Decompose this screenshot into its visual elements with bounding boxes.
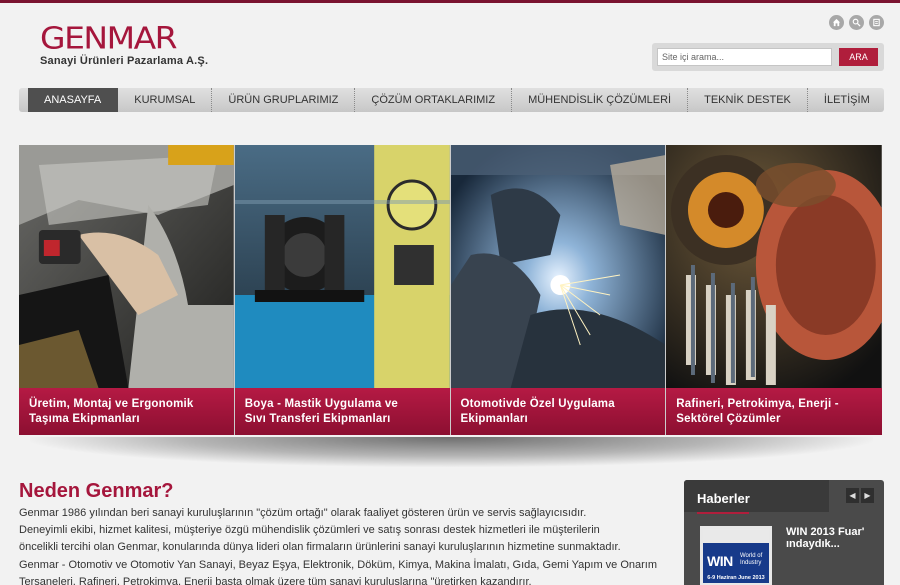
nav-item-anasayfa[interactable]: ANASAYFA [28,88,119,112]
site-search: ARA [652,43,884,71]
slide-image-pump [234,145,450,388]
intro-text: Genmar 1986 yılından beri sanayi kuruluş… [19,505,669,585]
slide-boya-mastik[interactable]: Boya - Mastik Uygulama ve Sıvı Transferi… [234,145,451,435]
slide-caption: Üretim, Montaj ve Ergonomik Taşıma Ekipm… [19,388,234,435]
slide-caption: Rafineri, Petrokimya, Enerji - Sektörel … [666,388,882,435]
logo-tagline: Sanayi Ürünleri Pazarlama A.Ş. [40,55,209,67]
nav-item-teknik-destek[interactable]: TEKNİK DESTEK [688,88,808,112]
search-input[interactable] [657,48,832,66]
top-utility-icons [829,15,884,30]
intro-line: Genmar - Otomotiv ve Otomotiv Yan Sanayi… [19,558,658,571]
nav-item-muhendislik-cozumleri[interactable]: MÜHENDİSLİK ÇÖZÜMLERİ [512,88,689,112]
sitemap-icon[interactable] [869,15,884,30]
news-item-link[interactable]: WIN 2013 Fuar' ındaydık... [786,526,876,550]
top-accent-line [0,0,900,3]
chevron-left-icon[interactable]: ◀ [846,488,859,503]
chevron-right-icon[interactable]: ▶ [861,488,874,503]
search-button[interactable]: ARA [839,48,878,66]
slide-rafineri[interactable]: Rafineri, Petrokimya, Enerji - Sektörel … [666,145,882,435]
intro-line: Deneyimli ekibi, hizmet kalitesi, müşter… [19,524,600,537]
slider-shadow [30,437,873,467]
nav-item-urun-gruplarimiz[interactable]: ÜRÜN GRUPLARIMIZ [212,88,356,112]
intro-line: Genmar 1986 yılından beri sanayi kuruluş… [19,507,587,519]
slide-otomotiv[interactable]: Otomotivde Özel Uygulama Ekipmanları [450,145,667,435]
intro-line: öncelikli tercihi olan Genmar, konuların… [19,541,621,554]
slide-image-turbine [666,145,882,388]
news-title: Haberler [697,491,750,506]
news-title-underline [697,512,749,514]
search-icon[interactable] [849,15,864,30]
slide-image-assembly [19,145,234,388]
main-nav: ANASAYFA KURUMSAL ÜRÜN GRUPLARIMIZ ÇÖZÜM… [19,88,884,112]
section-title: Neden Genmar? [19,480,174,502]
slide-caption: Boya - Mastik Uygulama ve Sıvı Transferi… [234,388,450,435]
logo-wordmark: GENMAR [40,20,178,57]
nav-item-cozum-ortaklarimiz[interactable]: ÇÖZÜM ORTAKLARIMIZ [355,88,513,112]
win-logo-image: WIN World of Industry 6-9 Haziran June 2… [703,529,769,583]
news-panel: Haberler ◀ ▶ WIN World of Industry 6-9 H… [684,480,884,585]
news-thumbnail[interactable]: WIN World of Industry 6-9 Haziran June 2… [700,526,772,585]
slide-uretim-montaj[interactable]: Üretim, Montaj ve Ergonomik Taşıma Ekipm… [19,145,235,435]
home-icon[interactable] [829,15,844,30]
win-logo-banner [703,529,769,543]
slide-caption: Otomotivde Özel Uygulama Ekipmanları [450,388,666,435]
nav-item-kurumsal[interactable]: KURUMSAL [118,88,213,112]
nav-item-iletisim[interactable]: İLETİŞİM [808,88,886,112]
intro-line: Tersaneleri, Rafineri, Petrokimya, Enerj… [19,575,532,585]
category-slider: Üretim, Montaj ve Ergonomik Taşıma Ekipm… [19,145,882,435]
slide-image-welding [450,145,666,388]
logo[interactable]: GENMAR Sanayi Ürünleri Pazarlama A.Ş. [40,22,208,67]
